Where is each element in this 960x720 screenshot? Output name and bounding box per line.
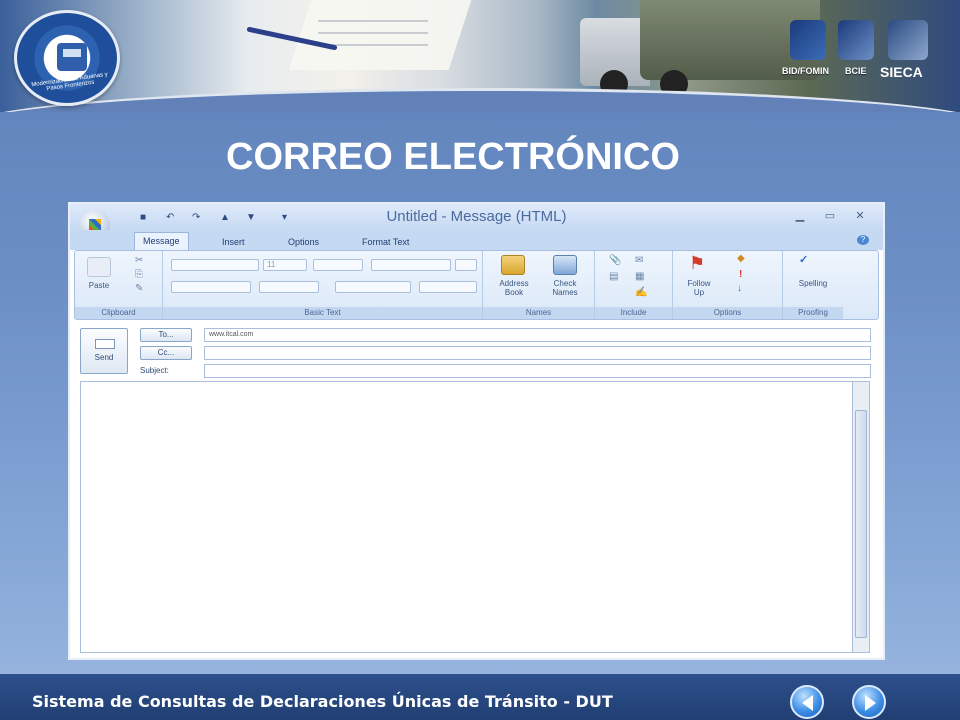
- business-card-icon[interactable]: ▤: [609, 271, 618, 282]
- spelling-icon[interactable]: ✓: [799, 253, 808, 266]
- paste-icon[interactable]: [87, 257, 111, 277]
- tab-options[interactable]: Options: [280, 234, 327, 250]
- tab-format-text[interactable]: Format Text: [354, 234, 417, 250]
- up-arrow-icon[interactable]: ▲: [220, 212, 230, 223]
- customs-logo: Modernización de Aduanas y Pasos Fronter…: [14, 10, 120, 106]
- send-button[interactable]: Send: [80, 328, 128, 374]
- previous-slide-button[interactable]: [790, 685, 824, 719]
- bold-italic-underline[interactable]: [171, 281, 251, 293]
- paper-line: [318, 20, 428, 22]
- group-basic-text: 11 Basic Text: [163, 251, 483, 319]
- bcie-logo: [838, 20, 874, 60]
- permission-icon[interactable]: ◆: [737, 253, 745, 264]
- footer-title: Sistema de Consultas de Declaraciones Ún…: [32, 692, 613, 711]
- redo-icon[interactable]: ↷: [192, 212, 200, 223]
- signature-icon[interactable]: ✍: [635, 287, 647, 298]
- group-label-options: Options: [673, 307, 782, 319]
- subject-field[interactable]: [204, 364, 871, 378]
- copy-icon[interactable]: ⎘: [135, 269, 143, 280]
- to-button[interactable]: To...: [140, 328, 192, 342]
- window-titlebar: Untitled - Message (HTML) ■ ↶ ↷ ▲ ▼ ▾ ▁ …: [70, 204, 883, 230]
- address-book-label-1[interactable]: Address: [491, 279, 537, 288]
- address-book-icon[interactable]: [501, 255, 525, 275]
- minimize-icon[interactable]: ▁: [792, 210, 808, 222]
- font-size-dropdown[interactable]: 11: [263, 259, 307, 271]
- indent-buttons[interactable]: [419, 281, 477, 293]
- cc-button[interactable]: Cc...: [140, 346, 192, 360]
- clear-format-button[interactable]: [455, 259, 477, 271]
- bid-fomin-logo: [790, 20, 826, 60]
- send-label: Send: [94, 353, 114, 362]
- group-label-basic-text: Basic Text: [163, 307, 482, 319]
- down-arrow-icon[interactable]: ▼: [246, 212, 256, 223]
- group-proofing: ✓ Spelling Proofing: [783, 251, 843, 319]
- group-include: 📎 ✉ ▤ ▦ ✍ Include: [595, 251, 673, 319]
- group-options: ⚑ Follow Up ◆ ! ↓ Options: [673, 251, 783, 319]
- truck-icon: [57, 43, 87, 71]
- attach-file-icon[interactable]: 📎: [609, 255, 621, 266]
- check-names-label-2[interactable]: Names: [541, 288, 589, 297]
- slide: Modernización de Aduanas y Pasos Fronter…: [0, 0, 960, 720]
- message-body[interactable]: [80, 381, 853, 653]
- header-banner: Modernización de Aduanas y Pasos Fronter…: [0, 0, 960, 112]
- cut-icon[interactable]: ✂: [135, 255, 143, 266]
- send-icon: [95, 339, 115, 349]
- format-painter-icon[interactable]: ✎: [135, 283, 143, 294]
- bcie-label: BCIE: [845, 66, 867, 76]
- sieca-emblem: [888, 20, 928, 60]
- scrollbar-thumb[interactable]: [855, 410, 867, 638]
- font-name-dropdown[interactable]: [171, 259, 259, 271]
- group-label-names: Names: [483, 307, 594, 319]
- undo-icon[interactable]: ↶: [166, 212, 174, 223]
- group-clipboard: Paste ✂ ⎘ ✎ Clipboard: [75, 251, 163, 319]
- group-label-include: Include: [595, 307, 672, 319]
- sieca-label: SIECA: [880, 64, 923, 80]
- logo-ring-text: Modernización de Aduanas y Pasos Fronter…: [31, 71, 109, 93]
- check-names-label-1[interactable]: Check: [541, 279, 589, 288]
- next-slide-button[interactable]: [852, 685, 886, 719]
- paste-label[interactable]: Paste: [81, 281, 117, 290]
- save-icon[interactable]: ■: [140, 212, 146, 223]
- follow-up-label-1[interactable]: Follow: [677, 279, 721, 288]
- check-names-icon[interactable]: [553, 255, 577, 275]
- list-buttons[interactable]: [371, 259, 451, 271]
- tab-message[interactable]: Message: [134, 232, 189, 250]
- attach-item-icon[interactable]: ✉: [635, 255, 643, 266]
- highlight-font-color[interactable]: [259, 281, 319, 293]
- paper-line: [318, 32, 428, 34]
- ribbon-tabs: Message Insert Options Format Text ?: [70, 230, 883, 250]
- group-label-proofing: Proofing: [783, 307, 843, 319]
- footer-bar: Sistema de Consultas de Declaraciones Ún…: [0, 674, 960, 720]
- group-names: Address Book Check Names Names: [483, 251, 595, 319]
- help-icon[interactable]: ?: [857, 235, 869, 245]
- close-icon[interactable]: ✕: [852, 210, 868, 222]
- subject-label: Subject:: [140, 366, 169, 375]
- page-title: CORREO ELECTRÓNICO: [226, 136, 680, 178]
- vertical-scrollbar[interactable]: [852, 381, 870, 653]
- calendar-icon[interactable]: ▦: [635, 271, 644, 282]
- group-label-clipboard: Clipboard: [75, 307, 162, 319]
- address-book-label-2[interactable]: Book: [491, 288, 537, 297]
- to-field[interactable]: www.itcal.com: [204, 328, 871, 342]
- low-importance-icon[interactable]: ↓: [737, 283, 742, 294]
- spelling-label[interactable]: Spelling: [787, 279, 839, 288]
- document-photo: [288, 0, 472, 70]
- maximize-icon[interactable]: ▭: [822, 210, 838, 222]
- follow-up-flag-icon[interactable]: ⚑: [689, 253, 705, 274]
- customize-qat-icon[interactable]: ▾: [282, 212, 287, 223]
- arrow-right-icon: [865, 695, 876, 711]
- tab-insert[interactable]: Insert: [214, 234, 253, 250]
- alignment-buttons[interactable]: [335, 281, 411, 293]
- high-importance-icon[interactable]: !: [739, 269, 742, 280]
- bid-fomin-label: BID/FOMIN: [782, 66, 829, 76]
- cc-field[interactable]: [204, 346, 871, 360]
- follow-up-label-2[interactable]: Up: [677, 288, 721, 297]
- email-window-screenshot: Untitled - Message (HTML) ■ ↶ ↷ ▲ ▼ ▾ ▁ …: [68, 202, 885, 660]
- ribbon: Paste ✂ ⎘ ✎ Clipboard 11 Basic Text Addr…: [74, 250, 879, 320]
- arrow-left-icon: [802, 695, 813, 711]
- grow-shrink-font[interactable]: [313, 259, 363, 271]
